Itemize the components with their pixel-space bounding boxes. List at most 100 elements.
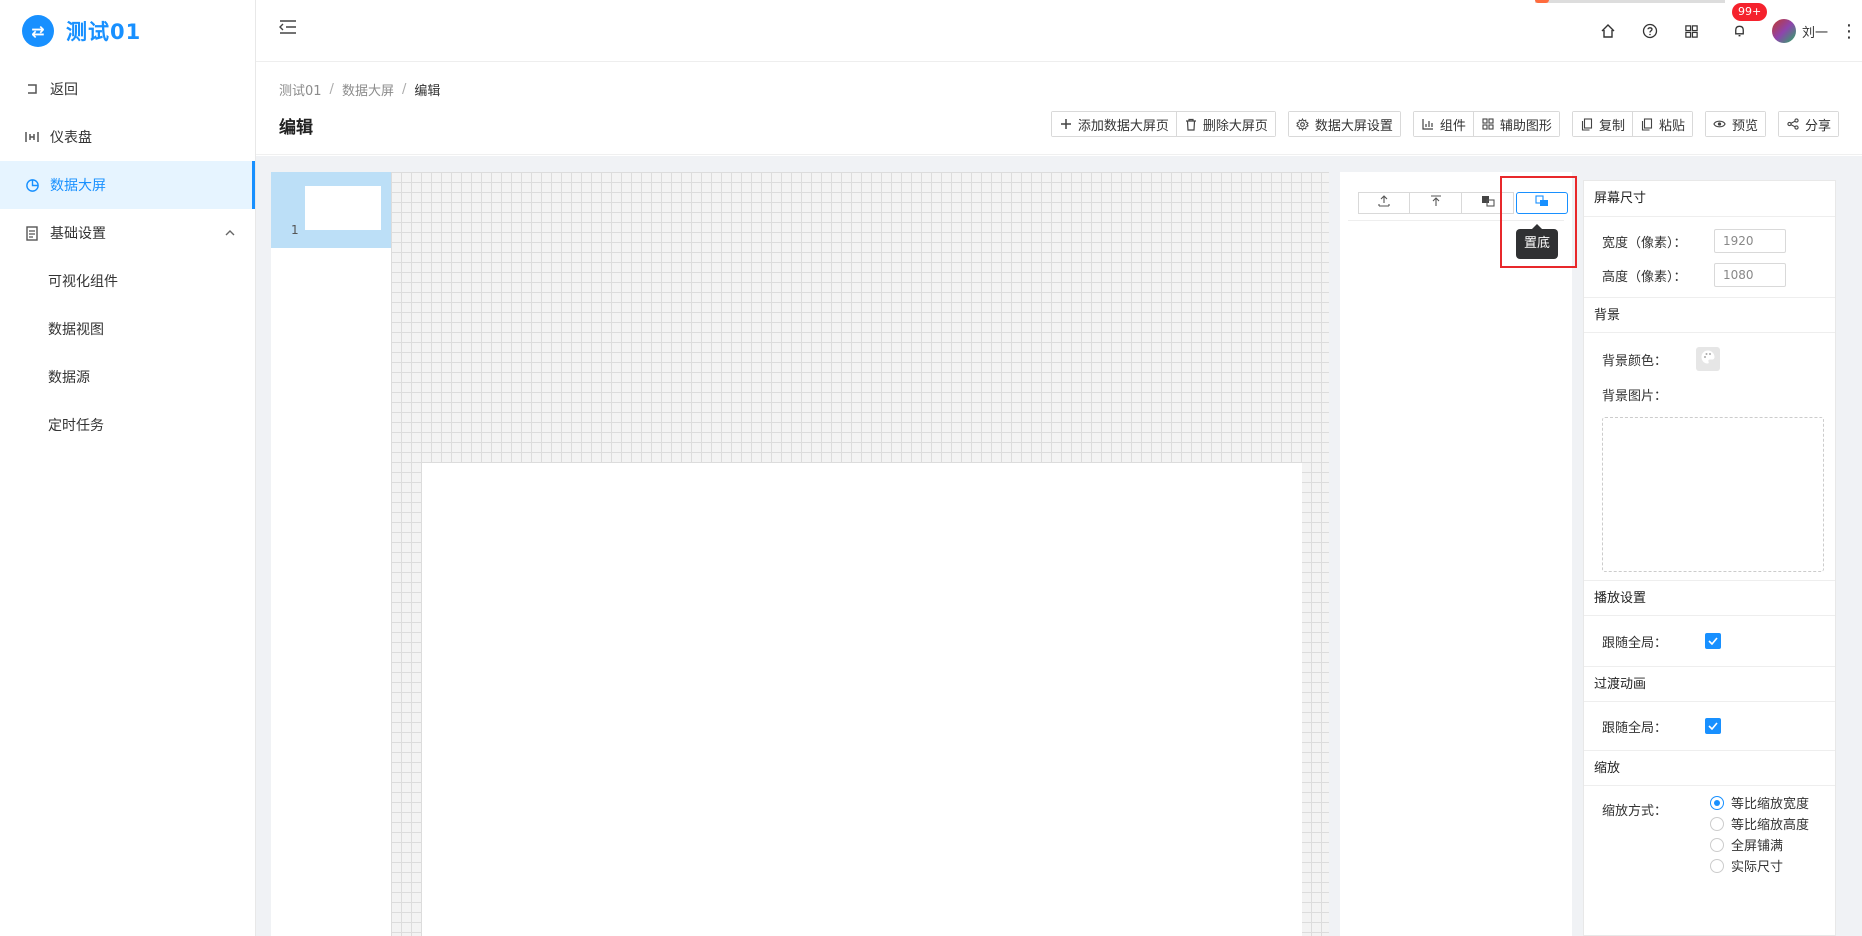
bring-to-top-button[interactable] — [1410, 192, 1462, 214]
home-icon[interactable] — [1598, 21, 1618, 41]
button-label: 数据大屏设置 — [1314, 118, 1393, 134]
preview-button[interactable]: 预览 — [1705, 112, 1765, 136]
section-title-screen-size: 屏幕尺寸 — [1584, 181, 1835, 217]
bg-color-row: 背景颜色： — [1584, 339, 1835, 379]
share-button[interactable]: 分享 — [1778, 112, 1838, 136]
playback-follow-global-checkbox[interactable] — [1705, 633, 1721, 649]
sidebar-item-return[interactable]: 返回 — [0, 65, 255, 113]
sidebar-item-basic-settings[interactable]: 基础设置 — [0, 209, 255, 257]
notification-badge: 99+ — [1731, 3, 1768, 21]
width-label: 宽度（像素）： — [1602, 235, 1687, 251]
sidebar-subitem-data-view[interactable]: 数据视图 — [0, 305, 255, 353]
height-row: 高度（像素）： 1080 — [1584, 255, 1835, 295]
trash-icon — [1184, 117, 1198, 131]
grid-icon — [1481, 117, 1495, 131]
copy-button[interactable]: 复制 — [1572, 112, 1632, 136]
follow-global-label: 跟随全局： — [1602, 635, 1668, 651]
height-input[interactable]: 1080 — [1714, 263, 1786, 287]
pages-panel: 1 — [271, 172, 391, 936]
paste-button[interactable]: 粘贴 — [1631, 112, 1692, 136]
properties-panel: 屏幕尺寸 宽度（像素）： 1920 高度（像素）： 1080 背景 背景颜色： … — [1583, 180, 1836, 936]
username[interactable]: 刘一 — [1802, 22, 1828, 41]
color-picker[interactable] — [1696, 347, 1720, 371]
sidebar-subitem-visual-components[interactable]: 可视化组件 — [0, 257, 255, 305]
radio-button[interactable] — [1710, 858, 1724, 873]
clipboard-button-group: 复制 粘贴 — [1571, 111, 1693, 137]
sidebar-item-dashboard[interactable]: 仪表盘 — [0, 113, 255, 161]
sidebar-item-label: 返回 — [50, 82, 78, 98]
transition-follow-global-row: 跟随全局： — [1584, 702, 1835, 750]
breadcrumb-item[interactable]: 数据大屏 — [342, 80, 394, 99]
scale-option-fit-width[interactable]: 等比缩放宽度 — [1710, 792, 1809, 813]
paste-icon — [1640, 117, 1654, 131]
app-logo[interactable]: ⇄ 测试01 — [0, 0, 255, 62]
follow-global-label: 跟随全局： — [1602, 720, 1668, 736]
sidebar-item-label: 数据大屏 — [50, 178, 106, 194]
editor-toolbar: 添加数据大屏页 删除大屏页 数据大屏设置 组件 辅助图形 复制 粘贴 预览 分享 — [1039, 111, 1839, 137]
bell-icon[interactable]: 99+ — [1730, 3, 1768, 41]
aux-shapes-button[interactable]: 辅助图形 — [1472, 112, 1559, 136]
radio-button-checked[interactable] — [1710, 795, 1724, 810]
loading-progress-bar — [1535, 0, 1725, 3]
sidebar-item-data-screen[interactable]: 数据大屏 — [0, 161, 255, 209]
apps-icon[interactable] — [1682, 21, 1702, 41]
scale-option-fill[interactable]: 全屏铺满 — [1710, 834, 1809, 855]
transition-follow-global-checkbox[interactable] — [1705, 718, 1721, 734]
delete-screen-page-button[interactable]: 删除大屏页 — [1175, 112, 1275, 136]
components-button[interactable]: 组件 — [1413, 112, 1473, 136]
button-label: 删除大屏页 — [1202, 118, 1268, 134]
page-header: 测试01 / 数据大屏 / 编辑 编辑 添加数据大屏页 删除大屏页 数据大屏设置 — [256, 63, 1862, 155]
page-button-group: 添加数据大屏页 删除大屏页 — [1050, 111, 1276, 137]
move-up-button[interactable] — [1358, 192, 1410, 214]
annotation-highlight-box — [1500, 176, 1577, 268]
copy-icon — [1580, 117, 1594, 131]
check-icon — [1708, 634, 1718, 649]
gear-icon — [1296, 117, 1310, 131]
bg-color-label: 背景颜色： — [1602, 353, 1668, 369]
grid-canvas[interactable] — [391, 172, 1329, 936]
bar-chart-icon — [1421, 117, 1435, 131]
radio-label: 实际尺寸 — [1731, 860, 1784, 875]
screen-canvas[interactable] — [422, 463, 1302, 936]
section-title-playback: 播放设置 — [1584, 580, 1835, 616]
sidebar-subitem-data-source[interactable]: 数据源 — [0, 353, 255, 401]
button-label: 组件 — [1439, 118, 1466, 134]
top-header: 99+ 刘一 ⋮ — [256, 0, 1862, 62]
layer-panel: 置底 — [1340, 172, 1572, 936]
scale-option-fit-height[interactable]: 等比缩放高度 — [1710, 813, 1809, 834]
button-label: 添加数据大屏页 — [1077, 118, 1169, 134]
sidebar-subitem-scheduled-tasks[interactable]: 定时任务 — [0, 401, 255, 449]
settings-button-group: 数据大屏设置 — [1287, 111, 1401, 137]
breadcrumb-current: 编辑 — [414, 84, 441, 99]
help-icon[interactable] — [1640, 21, 1660, 41]
return-icon — [24, 81, 40, 97]
height-label: 高度（像素）： — [1602, 269, 1687, 285]
add-screen-page-button[interactable]: 添加数据大屏页 — [1051, 112, 1176, 136]
menu-collapse-icon[interactable] — [278, 18, 300, 40]
scale-option-actual-size[interactable]: 实际尺寸 — [1710, 855, 1809, 876]
button-label: 复制 — [1598, 118, 1625, 134]
editor-workarea: 1 置底 屏幕尺寸 宽度（像素）： 1920 高度（像素）： 1080 背景 背… — [256, 156, 1862, 936]
radio-label: 等比缩放宽度 — [1731, 797, 1810, 812]
more-vertical-icon[interactable]: ⋮ — [1840, 21, 1858, 42]
bg-image-upload[interactable] — [1602, 417, 1824, 572]
share-button-group: 分享 — [1777, 111, 1839, 137]
width-input[interactable]: 1920 — [1714, 229, 1786, 253]
radio-button[interactable] — [1710, 816, 1724, 831]
screen-settings-button[interactable]: 数据大屏设置 — [1288, 112, 1400, 136]
dashboard-icon — [24, 129, 40, 145]
page-number: 1 — [291, 223, 299, 237]
page-thumbnail[interactable]: 1 — [271, 172, 391, 248]
playback-follow-global-row: 跟随全局： — [1584, 616, 1835, 666]
page-thumbnail-preview — [305, 186, 381, 230]
avatar[interactable] — [1771, 19, 1796, 43]
pie-chart-icon — [24, 177, 40, 193]
breadcrumb-item[interactable]: 测试01 — [279, 80, 322, 99]
radio-button[interactable] — [1710, 837, 1724, 852]
logo-icon: ⇄ — [22, 15, 54, 47]
move-up-icon — [1377, 195, 1391, 211]
sidebar-menu: 返回 仪表盘 数据大屏 基础设置 可视化组件 数据视图 数据源 定时任务 — [0, 65, 255, 449]
palette-icon — [1700, 349, 1716, 369]
section-title-background: 背景 — [1584, 297, 1835, 333]
header-actions: 99+ 刘一 ⋮ — [1590, 0, 1862, 62]
